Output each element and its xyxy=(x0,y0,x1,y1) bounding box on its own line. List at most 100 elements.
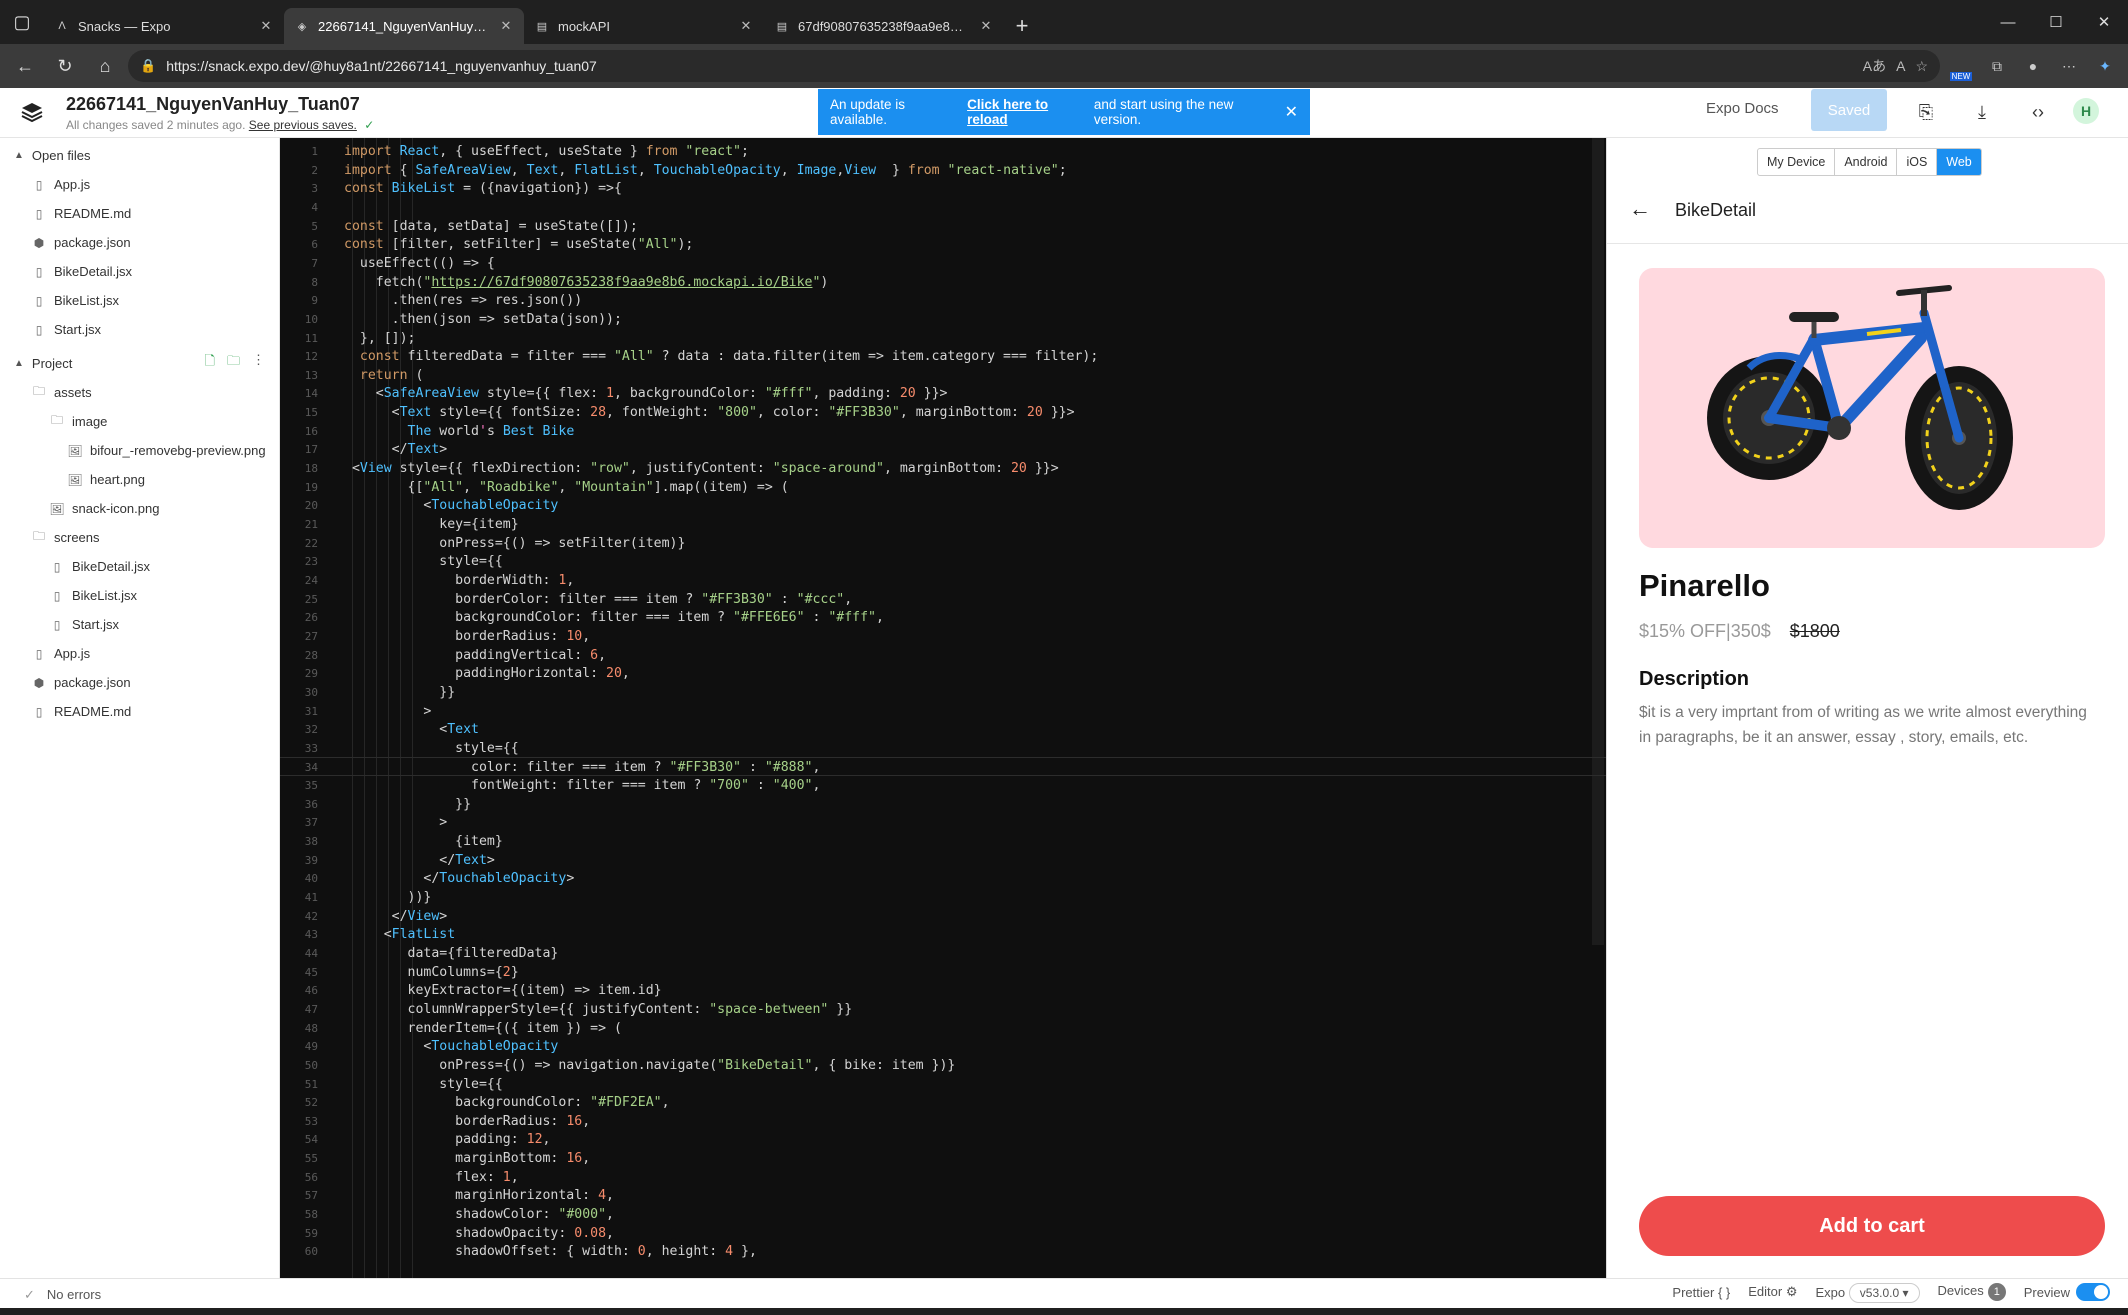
back-arrow-icon[interactable]: ← xyxy=(1629,196,1651,222)
close-tab-icon[interactable]: ✕ xyxy=(258,18,274,34)
tree-item[interactable]: 🖼 heart.png xyxy=(0,465,279,494)
open-file-item[interactable]: ▯ Start.jsx xyxy=(0,315,279,344)
code-line[interactable]: 35 fontWeight: filter === item ? "700" :… xyxy=(280,776,1606,795)
code-line[interactable]: 45 numColumns={2} xyxy=(280,963,1606,982)
browser-tab[interactable]: ▤ mockAPI ✕ xyxy=(524,8,764,44)
tree-item[interactable]: 🗀 image xyxy=(0,407,279,436)
preview-switch[interactable] xyxy=(2076,1283,2110,1301)
code-line[interactable]: 49 <TouchableOpacity xyxy=(280,1037,1606,1056)
close-tab-icon[interactable]: ✕ xyxy=(498,18,514,34)
add-to-cart-button[interactable]: Add to cart xyxy=(1639,1196,2105,1256)
refresh-icon[interactable]: ↻ xyxy=(48,49,82,83)
code-line[interactable]: 42 </View> xyxy=(280,907,1606,926)
code-line[interactable]: 20 <TouchableOpacity xyxy=(280,496,1606,515)
code-line[interactable]: 37 > xyxy=(280,813,1606,832)
code-line[interactable]: 50 onPress={() => navigation.navigate("B… xyxy=(280,1056,1606,1075)
preview-toggle[interactable]: Preview xyxy=(2024,1283,2110,1301)
copilot-icon[interactable]: ✦ xyxy=(2090,51,2120,81)
code-line[interactable]: 52 backgroundColor: "#FDF2EA", xyxy=(280,1093,1606,1112)
tree-item[interactable]: 🗀 screens xyxy=(0,523,279,552)
code-line[interactable]: 59 shadowOpacity: 0.08, xyxy=(280,1224,1606,1243)
profile-icon[interactable]: ● xyxy=(2018,51,2048,81)
url-field[interactable]: 🔒 https://snack.expo.dev/@huy8a1nt/22667… xyxy=(128,50,1940,82)
tree-item[interactable]: ⬢ package.json xyxy=(0,668,279,697)
open-file-item[interactable]: ▯ App.js xyxy=(0,170,279,199)
code-line[interactable]: 4 xyxy=(280,198,1606,217)
open-file-item[interactable]: ▯ README.md xyxy=(0,199,279,228)
extensions-icon[interactable]: ⧉ xyxy=(1982,51,2012,81)
new-folder-icon[interactable]: 🗀 xyxy=(227,352,240,374)
code-line[interactable]: 17 </Text> xyxy=(280,440,1606,459)
code-line[interactable]: 41 ))} xyxy=(280,888,1606,907)
code-line[interactable]: 54 padding: 12, xyxy=(280,1130,1606,1149)
close-window-icon[interactable]: ✕ xyxy=(2080,0,2128,44)
code-line[interactable]: 8 fetch("https://67df90807635238f9aa9e8b… xyxy=(280,273,1606,292)
open-files-section[interactable]: ▲ Open files xyxy=(0,140,279,170)
download-icon[interactable]: ⤓ xyxy=(1968,98,1996,126)
code-line[interactable]: 23 style={{ xyxy=(280,552,1606,571)
code-line[interactable]: 58 shadowColor: "#000", xyxy=(280,1205,1606,1224)
more-options-icon[interactable]: ⋮ xyxy=(252,352,265,374)
code-line[interactable]: 29 paddingHorizontal: 20, xyxy=(280,664,1606,683)
version-select[interactable]: v53.0.0 ▾ xyxy=(1848,1282,1920,1303)
code-line[interactable]: 13 return ( xyxy=(280,366,1606,385)
code-line[interactable]: 55 marginBottom: 16, xyxy=(280,1149,1606,1168)
code-line[interactable]: 32 <Text xyxy=(280,720,1606,739)
tree-item[interactable]: 🗀 assets xyxy=(0,378,279,407)
code-line[interactable]: 25 borderColor: filter === item ? "#FF3B… xyxy=(280,590,1606,609)
minimize-icon[interactable]: — xyxy=(1984,0,2032,44)
code-line[interactable]: 26 backgroundColor: filter === item ? "#… xyxy=(280,608,1606,627)
platform-tab[interactable]: My Device xyxy=(1758,149,1836,175)
platform-tab[interactable]: iOS xyxy=(1897,149,1938,175)
avatar[interactable]: H xyxy=(2073,98,2099,124)
expo-docs-link[interactable]: Expo Docs xyxy=(1706,100,1779,117)
code-line[interactable]: 1 import React, { useEffect, useState } f… xyxy=(280,142,1606,161)
code-icon[interactable]: ‹› xyxy=(2024,98,2052,126)
new-tab-button[interactable]: + xyxy=(1004,8,1040,44)
code-line[interactable]: 40 </TouchableOpacity> xyxy=(280,869,1606,888)
code-line[interactable]: 7 useEffect(() => { xyxy=(280,254,1606,273)
code-line[interactable]: 48 renderItem={({ item }) => ( xyxy=(280,1019,1606,1038)
code-line[interactable]: 44 data={filteredData} xyxy=(280,944,1606,963)
code-line[interactable]: 34 color: filter === item ? "#FF3B30" : … xyxy=(280,757,1606,777)
code-line[interactable]: 6 const [filter, setFilter] = useState("A… xyxy=(280,235,1606,254)
open-file-item[interactable]: ▯ BikeDetail.jsx xyxy=(0,257,279,286)
close-tab-icon[interactable]: ✕ xyxy=(978,18,994,34)
prettier-button[interactable]: Prettier { } xyxy=(1672,1285,1730,1300)
code-line[interactable]: 53 borderRadius: 16, xyxy=(280,1112,1606,1131)
more-menu-icon[interactable]: ⋯ xyxy=(2054,51,2084,81)
expo-version[interactable]: Expo v53.0.0 ▾ xyxy=(1816,1282,1920,1303)
tree-item[interactable]: ▯ BikeDetail.jsx xyxy=(0,552,279,581)
code-line[interactable]: 11 }, []); xyxy=(280,329,1606,348)
code-line[interactable]: 47 columnWrapperStyle={{ justifyContent:… xyxy=(280,1000,1606,1019)
snack-logo-icon[interactable] xyxy=(20,100,44,124)
close-tab-icon[interactable]: ✕ xyxy=(738,18,754,34)
back-icon[interactable]: ← xyxy=(8,49,42,83)
maximize-icon[interactable]: ☐ xyxy=(2032,0,2080,44)
code-line[interactable]: 22 onPress={() => setFilter(item)} xyxy=(280,534,1606,553)
tree-item[interactable]: ▯ README.md xyxy=(0,697,279,726)
code-line[interactable]: 60 shadowOffset: { width: 0, height: 4 }… xyxy=(280,1242,1606,1261)
reload-link[interactable]: Click here to reload xyxy=(967,97,1090,127)
code-line[interactable]: 57 marginHorizontal: 4, xyxy=(280,1186,1606,1205)
browser-tab[interactable]: Λ Snacks — Expo ✕ xyxy=(44,8,284,44)
code-line[interactable]: 30 }} xyxy=(280,683,1606,702)
tree-item[interactable]: ▯ App.js xyxy=(0,639,279,668)
code-editor[interactable]: 1 import React, { useEffect, useState } f… xyxy=(280,138,1606,1278)
code-line[interactable]: 51 style={{ xyxy=(280,1075,1606,1094)
code-line[interactable]: 3 const BikeList = ({navigation}) =>{ xyxy=(280,179,1606,198)
code-line[interactable]: 18 <View style={{ flexDirection: "row", … xyxy=(280,459,1606,478)
window-menu-icon[interactable]: ▢ xyxy=(0,0,44,44)
code-line[interactable]: 21 key={item} xyxy=(280,515,1606,534)
open-file-item[interactable]: ⬢ package.json xyxy=(0,228,279,257)
editor-settings-button[interactable]: Editor ⚙ xyxy=(1748,1284,1797,1300)
code-line[interactable]: 33 style={{ xyxy=(280,739,1606,758)
new-file-icon[interactable]: 🗋 xyxy=(205,352,215,374)
code-line[interactable]: 27 borderRadius: 10, xyxy=(280,627,1606,646)
favorite-star-icon[interactable]: ☆ xyxy=(1915,58,1928,75)
errors-indicator[interactable]: ✓ No errors xyxy=(24,1287,101,1303)
site-info-icon[interactable]: 🔒 xyxy=(140,58,156,74)
embed-icon[interactable]: ⎘ xyxy=(1912,98,1940,126)
close-toast-icon[interactable]: ✕ xyxy=(1285,102,1298,122)
text-size-icon[interactable]: A xyxy=(1896,58,1905,74)
